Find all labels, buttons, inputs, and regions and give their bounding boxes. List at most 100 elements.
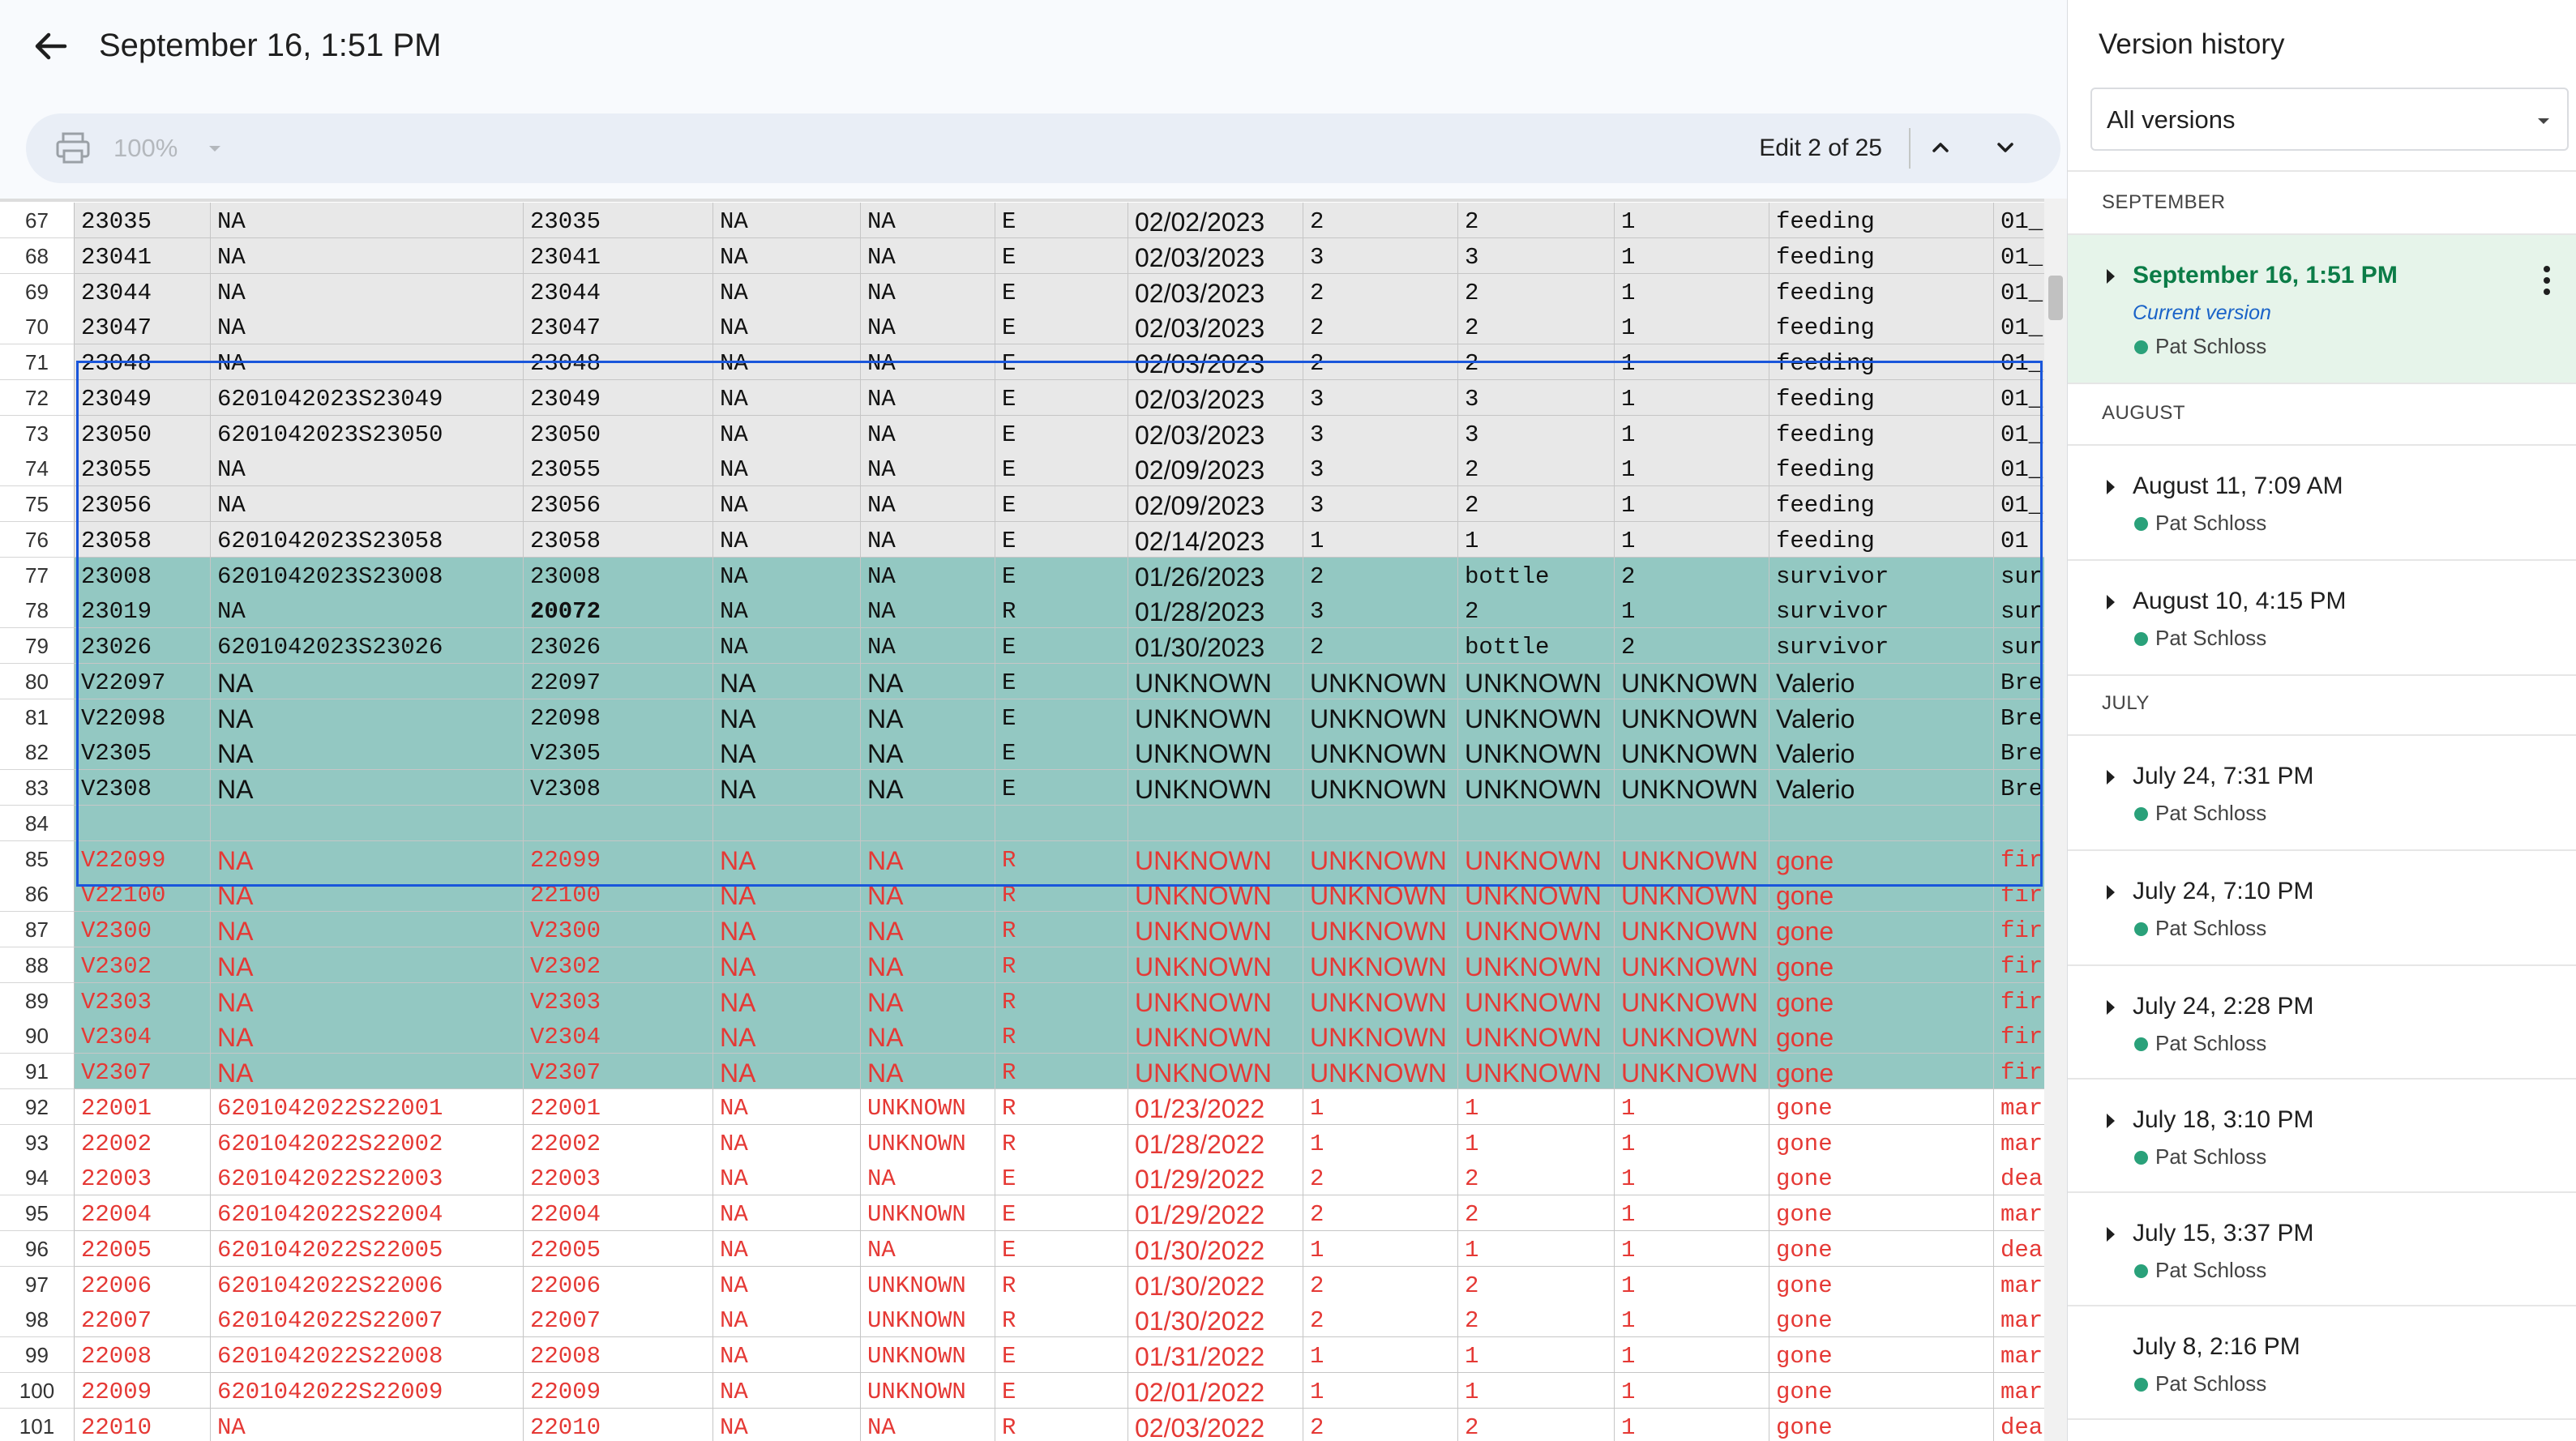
sheet-cell[interactable]: 1 — [1615, 379, 1769, 416]
sheet-cell[interactable]: NA — [713, 734, 861, 771]
sheet-cell[interactable]: V2305 — [524, 734, 713, 771]
sheet-cell[interactable]: UNKNOWN — [1615, 982, 1769, 1019]
sheet-cell[interactable]: 6201042022S22002 — [211, 1124, 524, 1161]
sheet-cell[interactable]: 1 — [1458, 1372, 1615, 1409]
print-button[interactable] — [55, 131, 91, 165]
sheet-cell[interactable] — [1303, 805, 1458, 841]
sheet-cell[interactable]: 22001 — [524, 1088, 713, 1125]
sheet-cell[interactable]: feeding — [1769, 451, 1994, 487]
row-number[interactable]: 67 — [0, 203, 75, 238]
sheet-cell[interactable]: 23044 — [524, 273, 713, 310]
sheet-cell[interactable]: fir — [1994, 982, 2051, 1019]
sheet-cell[interactable]: 22004 — [75, 1195, 211, 1231]
sheet-cell[interactable]: E — [995, 699, 1128, 735]
sheet-cell[interactable]: UNKNOWN — [1615, 1018, 1769, 1054]
sheet-cell[interactable]: gone — [1769, 1124, 1994, 1161]
sheet-cell[interactable]: 22003 — [75, 1160, 211, 1196]
row-number[interactable]: 84 — [0, 805, 75, 841]
sheet-cell[interactable]: 02/02/2023 — [1128, 203, 1303, 238]
sheet-cell[interactable]: Bre — [1994, 663, 2051, 699]
sheet-cell[interactable]: gone — [1769, 1230, 1994, 1267]
sheet-cell[interactable]: fir — [1994, 912, 2051, 947]
sheet-cell[interactable]: E — [995, 344, 1128, 380]
row-number[interactable]: 79 — [0, 628, 75, 664]
sheet-cell[interactable]: E — [995, 379, 1128, 416]
sheet-cell[interactable]: sur — [1994, 557, 2051, 593]
sheet-cell[interactable]: 2 — [1615, 628, 1769, 664]
sheet-cell[interactable]: 2 — [1303, 1302, 1458, 1338]
back-button[interactable] — [29, 23, 71, 70]
sheet-cell[interactable]: V22099 — [75, 840, 211, 877]
sheet-cell[interactable]: 22001 — [75, 1088, 211, 1125]
sheet-cell[interactable]: gone — [1769, 1195, 1994, 1231]
sheet-cell[interactable]: 02/01/2022 — [1128, 1372, 1303, 1409]
sheet-cell[interactable]: NA — [211, 1054, 524, 1089]
sheet-cell[interactable]: NA — [211, 273, 524, 310]
row-number[interactable]: 100 — [0, 1372, 75, 1409]
row-number[interactable]: 90 — [0, 1018, 75, 1054]
sheet-cell[interactable]: UNKNOWN — [861, 1302, 995, 1338]
row-number[interactable]: 92 — [0, 1088, 75, 1125]
sheet-cell[interactable]: 23041 — [524, 237, 713, 274]
sheet-cell[interactable]: 2 — [1458, 1302, 1615, 1338]
sheet-cell[interactable]: UNKNOWN — [1128, 876, 1303, 913]
sheet-cell[interactable]: 2 — [1303, 557, 1458, 593]
sheet-cell[interactable]: NA — [861, 699, 995, 735]
sheet-cell[interactable]: 01/30/2022 — [1128, 1302, 1303, 1338]
sheet-cell[interactable]: 1 — [1303, 1337, 1458, 1373]
sheet-cell[interactable]: R — [995, 1124, 1128, 1161]
sheet-cell[interactable]: 2 — [1458, 486, 1615, 522]
sheet-cell[interactable]: 22002 — [524, 1124, 713, 1161]
sheet-cell[interactable]: NA — [713, 415, 861, 451]
sheet-cell[interactable]: bottle — [1458, 628, 1615, 664]
sheet-cell[interactable]: UNKNOWN — [1615, 663, 1769, 699]
sheet-cell[interactable]: V2300 — [75, 912, 211, 947]
row-number[interactable]: 85 — [0, 840, 75, 877]
sheet-cell[interactable]: UNKNOWN — [1615, 699, 1769, 735]
zoom-caret-icon[interactable] — [203, 131, 227, 165]
more-options-button[interactable] — [2541, 263, 2552, 298]
sheet-cell[interactable]: 1 — [1615, 1372, 1769, 1409]
sheet-cell[interactable]: 02/03/2023 — [1128, 273, 1303, 310]
sheet-cell[interactable]: NA — [861, 1160, 995, 1196]
sheet-cell[interactable]: NA — [713, 592, 861, 629]
sheet-cell[interactable]: V2304 — [75, 1018, 211, 1054]
sheet-cell[interactable]: NA — [861, 734, 995, 771]
sheet-cell[interactable]: 02/14/2023 — [1128, 521, 1303, 558]
sheet-cell[interactable]: NA — [211, 344, 524, 380]
sheet-cell[interactable]: NA — [861, 557, 995, 593]
expand-triangle-icon[interactable] — [2102, 880, 2120, 904]
sheet-cell[interactable]: 01/30/2022 — [1128, 1230, 1303, 1267]
spreadsheet-grid[interactable]: 67 23035 NA 23035 NA NA E 02/02/2023 2 2 1 feeding 0… — [0, 199, 2067, 1441]
sheet-cell[interactable]: NA — [211, 947, 524, 983]
sheet-cell[interactable] — [1458, 805, 1615, 841]
sheet-cell[interactable]: 6201042023S23026 — [211, 628, 524, 664]
sheet-cell[interactable]: mar — [1994, 1088, 2051, 1125]
sheet-cell[interactable]: V22097 — [75, 663, 211, 699]
row-number[interactable]: 77 — [0, 557, 75, 593]
sheet-cell[interactable]: NA — [713, 237, 861, 274]
sheet-cell[interactable]: Bre — [1994, 770, 2051, 806]
row-number[interactable]: 91 — [0, 1054, 75, 1089]
sheet-cell[interactable]: 23048 — [75, 344, 211, 380]
sheet-cell[interactable]: 23056 — [75, 486, 211, 522]
sheet-cell[interactable]: UNKNOWN — [1303, 699, 1458, 735]
sheet-cell[interactable]: 01_ — [1994, 415, 2051, 451]
sheet-cell[interactable]: 3 — [1303, 379, 1458, 416]
sheet-cell[interactable]: 01/28/2022 — [1128, 1124, 1303, 1161]
sheet-cell[interactable]: E — [995, 451, 1128, 487]
sheet-cell[interactable]: 1 — [1615, 451, 1769, 487]
sheet-cell[interactable]: mar — [1994, 1372, 2051, 1409]
sheet-cell[interactable]: 01/30/2022 — [1128, 1266, 1303, 1302]
sheet-cell[interactable]: NA — [211, 309, 524, 345]
sheet-cell[interactable]: 22009 — [75, 1372, 211, 1409]
sheet-cell[interactable]: 1 — [1615, 1088, 1769, 1125]
sheet-cell[interactable]: UNKNOWN — [1458, 699, 1615, 735]
sheet-cell[interactable]: gone — [1769, 1337, 1994, 1373]
sheet-cell[interactable]: 2 — [1303, 203, 1458, 238]
sheet-cell[interactable]: NA — [861, 876, 995, 913]
row-number[interactable]: 89 — [0, 982, 75, 1019]
sheet-cell[interactable]: 22010 — [75, 1408, 211, 1441]
sheet-cell[interactable]: 01/26/2023 — [1128, 557, 1303, 593]
sheet-cell[interactable]: NA — [713, 1266, 861, 1302]
